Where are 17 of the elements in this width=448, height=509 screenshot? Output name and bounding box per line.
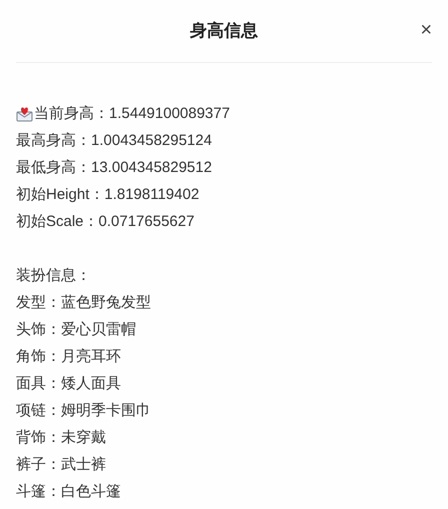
height-info-text: 最高身高：1.0043458295124 <box>16 131 212 151</box>
outfit-item-text: 裤子：武士裤 <box>16 456 106 473</box>
outfit-item-text: 项链：姆明季卡围巾 <box>16 402 151 419</box>
envelope-heart-icon <box>16 106 33 122</box>
outfit-item-text: 背饰：未穿戴 <box>16 429 106 446</box>
height-info-text: 初始Height：1.8198119402 <box>16 185 200 205</box>
outfit-heading: 装扮信息： <box>16 267 91 284</box>
outfit-item-text: 面具：矮人面具 <box>16 375 121 392</box>
height-info-text: 初始Scale：0.0717655627 <box>16 212 194 232</box>
close-button[interactable]: × <box>420 20 432 40</box>
outfit-item-text: 角饰：月亮耳环 <box>16 348 121 365</box>
dialog-title: 身高信息 <box>190 20 258 42</box>
outfit-item-text: 头饰：爱心贝雷帽 <box>16 321 136 338</box>
height-info-text: 当前身高：1.5449100089377 <box>34 104 230 124</box>
outfit-item-text: 发型：蓝色野兔发型 <box>16 294 151 311</box>
outfit-item-text: 斗篷：白色斗篷 <box>16 483 121 500</box>
height-info-text: 最低身高：13.004345829512 <box>16 158 212 178</box>
